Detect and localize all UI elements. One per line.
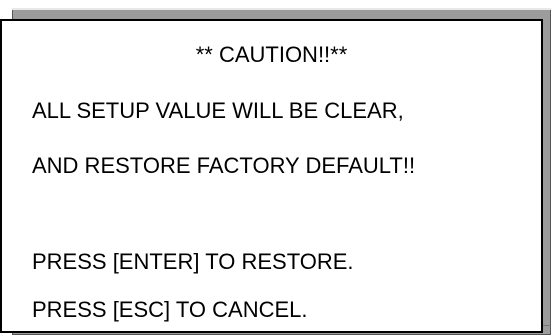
dialog-title: ** CAUTION!!** <box>195 42 348 67</box>
instruction-enter: PRESS [ENTER] TO RESTORE. <box>32 249 354 274</box>
backdrop-highlight <box>12 8 551 10</box>
warning-line-restore: AND RESTORE FACTORY DEFAULT!! <box>32 153 416 178</box>
backdrop-corner-line <box>543 325 551 326</box>
caution-dialog: ** CAUTION!!** ALL SETUP VALUE WILL BE C… <box>0 19 543 333</box>
instruction-esc: PRESS [ESC] TO CANCEL. <box>32 297 308 322</box>
warning-line-clear: ALL SETUP VALUE WILL BE CLEAR, <box>32 98 404 123</box>
